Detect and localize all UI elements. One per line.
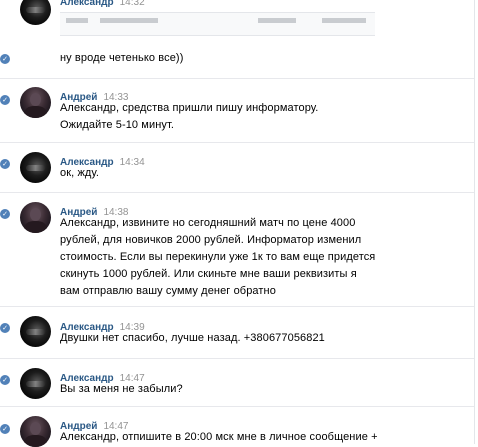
- message-4: ✓ Александр 14:39 Двушки нет спасибо, луч…: [0, 306, 474, 359]
- author-name[interactable]: Александр: [60, 0, 114, 8]
- message-text: Вы за меня не забыли?: [60, 383, 183, 395]
- message-header: Андрей 14:47: [60, 416, 128, 432]
- message-text: Александр, отпишите в 20:00 мск мне в ли…: [60, 431, 378, 443]
- message-3: ✓ Андрей 14:38 Александр, извините но сег…: [0, 192, 474, 307]
- message-header: Александр 14:47: [60, 368, 145, 384]
- message-text: ок, жду.: [60, 167, 100, 179]
- message-attachment[interactable]: [60, 12, 375, 36]
- read-check-icon: ✓: [0, 95, 10, 105]
- sender-avatar[interactable]: [20, 316, 51, 347]
- message-time[interactable]: 14:32: [120, 0, 145, 8]
- read-check-icon: ✓: [0, 159, 10, 169]
- read-check-icon: ✓: [0, 424, 10, 434]
- message-header: Александр 14:39: [60, 317, 145, 333]
- message-6: ✓ Андрей 14:47 Александр, отпишите в 20:0…: [0, 406, 474, 447]
- message-5: ✓ Александр 14:47 Вы за меня не забыли?: [0, 358, 474, 407]
- read-check-icon: ✓: [0, 375, 10, 385]
- message-text: Александр, извините но сегодняшний матч …: [60, 217, 376, 297]
- message-header: Андрей 14:38: [60, 202, 128, 218]
- message-header: Андрей 14:33: [60, 87, 128, 103]
- sender-avatar[interactable]: [20, 202, 51, 233]
- message-header: Александр 14:34: [60, 152, 145, 168]
- sender-avatar[interactable]: [20, 416, 51, 447]
- sender-avatar[interactable]: [20, 368, 51, 399]
- sender-avatar[interactable]: [20, 0, 51, 25]
- message-text: Двушки нет спасибо, лучше назад. +380677…: [60, 332, 325, 344]
- message-0: Александр 14:32 ✓ ну вроде четенько все)): [0, 0, 474, 78]
- message-header: Александр 14:32: [60, 0, 145, 8]
- message-text: ну вроде четенько все)): [60, 52, 184, 64]
- message-2: ✓ Александр 14:34 ок, жду.: [0, 142, 474, 193]
- sender-avatar[interactable]: [20, 87, 51, 118]
- sender-avatar[interactable]: [20, 152, 51, 183]
- read-check-icon: ✓: [0, 54, 10, 64]
- message-text: Александр, средства пришли пишу информат…: [60, 102, 319, 131]
- message-1: ✓ Андрей 14:33 Александр, средства пришли…: [0, 78, 474, 143]
- scroll-edge: [474, 0, 475, 444]
- read-check-icon: ✓: [0, 323, 10, 333]
- read-check-icon: ✓: [0, 209, 10, 219]
